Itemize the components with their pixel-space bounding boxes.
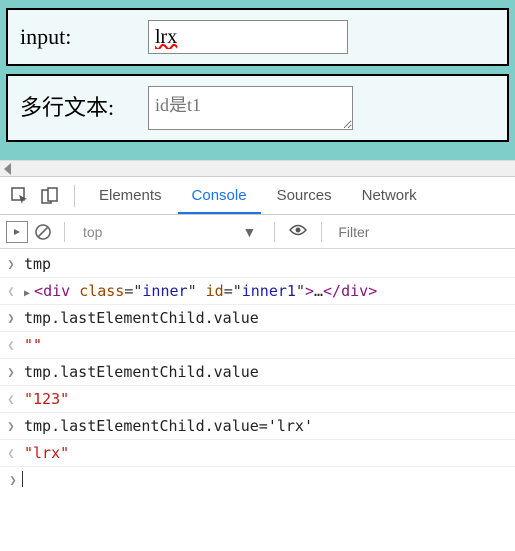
console-sidebar-toggle-icon[interactable] <box>6 221 28 243</box>
separator <box>74 185 75 207</box>
separator <box>321 222 322 242</box>
prompt-arrow-icon: ❯ <box>4 417 18 433</box>
context-selector[interactable]: top ▼ <box>77 224 262 240</box>
console-expression: tmp <box>24 255 51 273</box>
textarea-row: 多行文本: <box>6 74 509 142</box>
input-label: input: <box>20 20 130 50</box>
result-arrow-icon: ❮ <box>4 282 18 298</box>
console-expression: tmp.lastElementChild.value <box>24 309 259 327</box>
expand-triangle-icon[interactable]: ▶ <box>24 288 34 299</box>
console-element-result: ▶<div class="inner" id="inner1">…</div> <box>24 282 377 300</box>
console-string-result: "" <box>24 336 42 354</box>
console-toolbar: top ▼ <box>0 215 515 249</box>
device-toolbar-icon[interactable] <box>36 182 64 210</box>
textarea-label: 多行文本: <box>20 86 130 122</box>
console-expression: tmp.lastElementChild.value='lrx' <box>24 417 313 435</box>
text-cursor <box>22 471 23 487</box>
tab-sources[interactable]: Sources <box>263 179 346 212</box>
input-row: input: <box>6 8 509 66</box>
console-input-row: ❯ tmp.lastElementChild.value <box>0 305 515 332</box>
textarea-input[interactable] <box>148 86 353 130</box>
separator <box>274 222 275 242</box>
prompt-arrow-icon: ❯ <box>4 363 18 379</box>
console-input-row: ❯ tmp.lastElementChild.value='lrx' <box>0 413 515 440</box>
console-string-result: "lrx" <box>24 444 69 462</box>
console-prompt[interactable]: ❯ <box>0 467 515 491</box>
result-arrow-icon: ❮ <box>4 336 18 352</box>
context-label: top <box>83 224 102 240</box>
console-expression: tmp.lastElementChild.value <box>24 363 259 381</box>
tab-network[interactable]: Network <box>348 179 431 212</box>
prompt-arrow-icon: ❯ <box>4 309 18 325</box>
console-output[interactable]: ❯ tmp ❮ ▶<div class="inner" id="inner1">…</… <box>0 249 515 491</box>
result-arrow-icon: ❮ <box>4 444 18 460</box>
result-arrow-icon: ❮ <box>4 390 18 406</box>
console-string-result: "123" <box>24 390 69 408</box>
tab-console[interactable]: Console <box>178 179 261 214</box>
separator <box>64 222 65 242</box>
devtools-panel: Elements Console Sources Network top ▼ ❯… <box>0 176 515 491</box>
console-output-row: ❮ "lrx" <box>0 440 515 467</box>
page-form-area: input: 多行文本: <box>0 0 515 160</box>
console-input-row: ❯ tmp <box>0 251 515 278</box>
console-output-row: ❮ "123" <box>0 386 515 413</box>
console-output-row: ❮ ▶<div class="inner" id="inner1">…</div> <box>0 278 515 305</box>
prompt-arrow-icon: ❯ <box>4 255 18 271</box>
clear-console-icon[interactable] <box>34 223 52 241</box>
devtools-tabbar: Elements Console Sources Network <box>0 177 515 215</box>
console-output-row: ❮ "" <box>0 332 515 359</box>
chevron-down-icon: ▼ <box>242 224 256 240</box>
live-expression-icon[interactable] <box>287 223 309 240</box>
horizontal-scrollbar[interactable] <box>0 160 515 176</box>
inspect-element-icon[interactable] <box>6 182 34 210</box>
text-input[interactable] <box>148 20 348 54</box>
prompt-arrow-icon: ❯ <box>6 471 20 487</box>
tab-elements[interactable]: Elements <box>85 179 176 212</box>
filter-input[interactable] <box>334 220 454 244</box>
console-input-row: ❯ tmp.lastElementChild.value <box>0 359 515 386</box>
